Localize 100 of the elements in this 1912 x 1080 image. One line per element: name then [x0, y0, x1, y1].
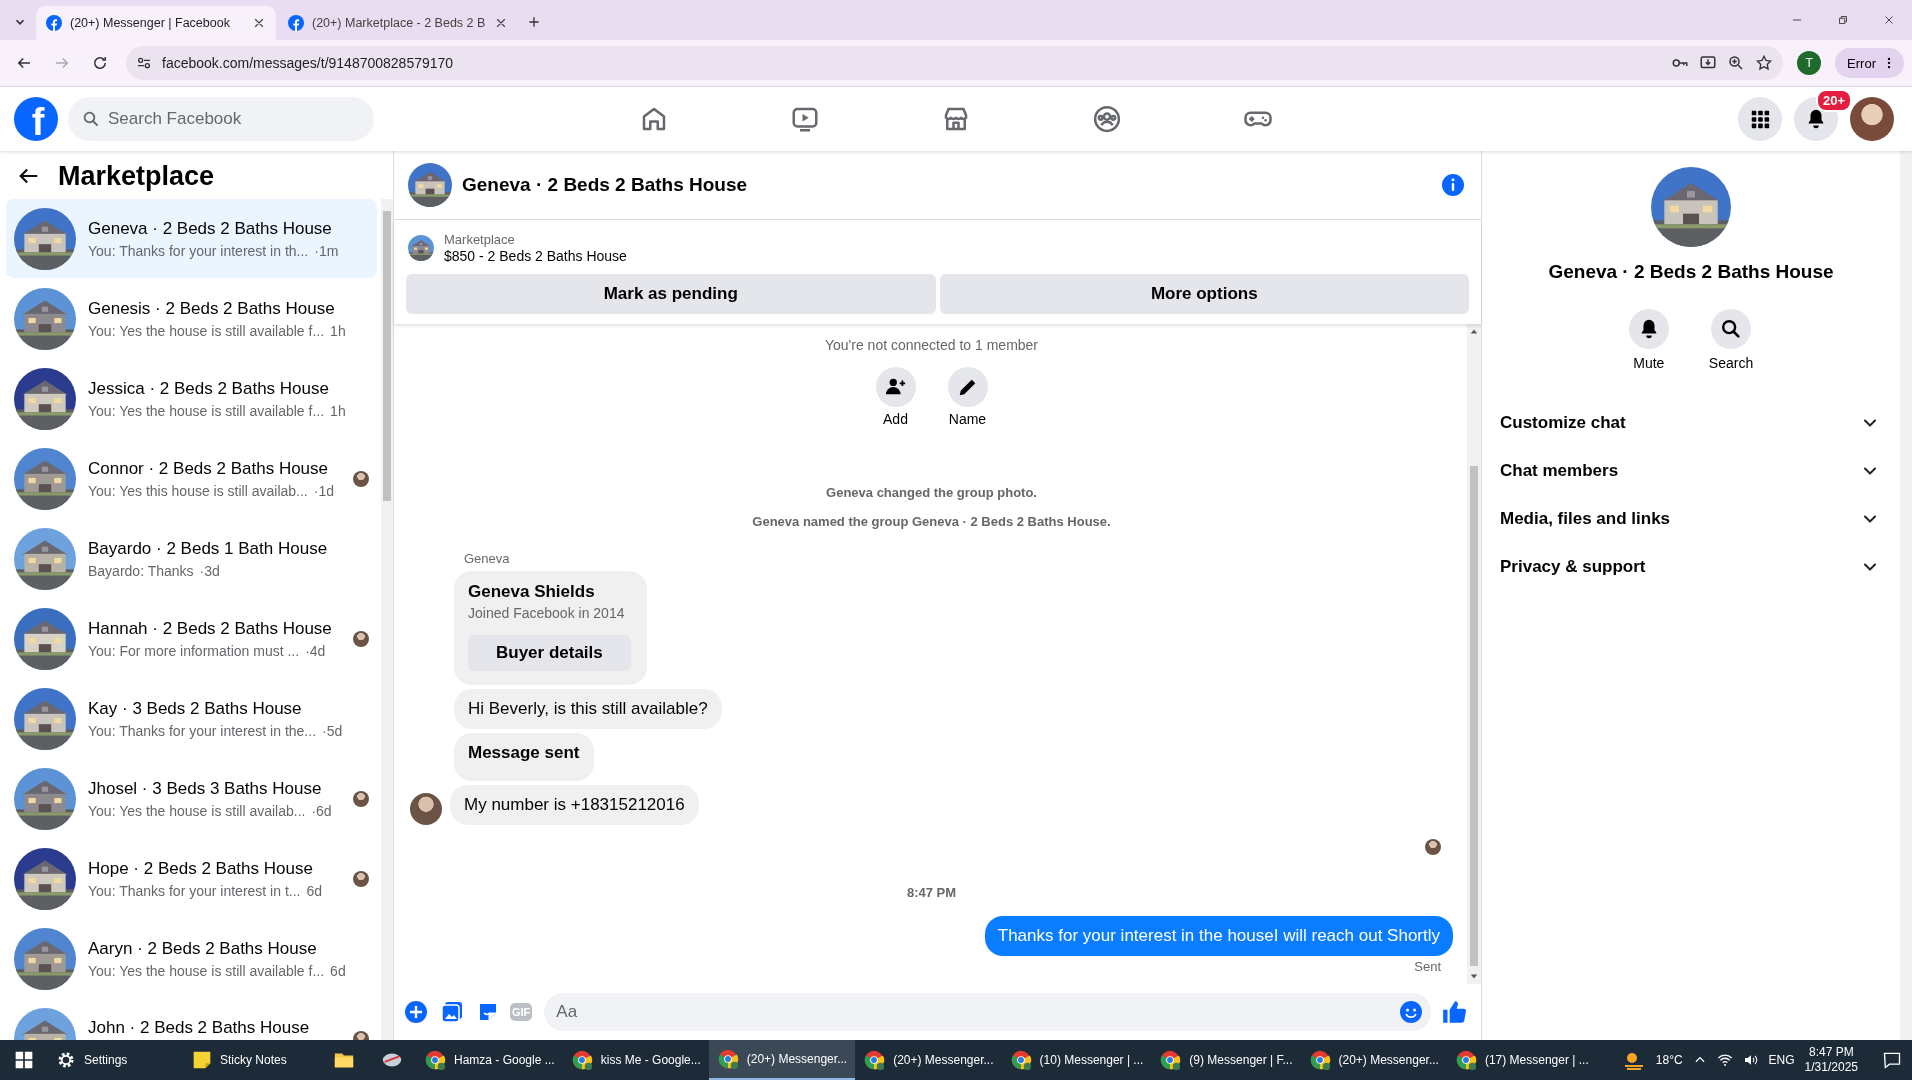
message-time: ·5d	[322, 722, 343, 739]
message-time: ·3d	[199, 562, 220, 579]
restore-icon	[1836, 13, 1850, 27]
address-bar[interactable]: facebook.com/messages/t/9148700828579170	[126, 46, 1784, 80]
profile-avatar[interactable]	[1850, 97, 1894, 141]
menu-button[interactable]	[1738, 97, 1782, 141]
add-button[interactable]	[402, 1000, 430, 1024]
star-icon[interactable]	[1755, 54, 1774, 72]
facebook-icon	[46, 15, 62, 31]
more-options-button[interactable]: More options	[939, 274, 1469, 314]
message-status: Sent	[1414, 959, 1441, 974]
taskbar-app[interactable]: (10) Messenger | ...	[1001, 1040, 1152, 1080]
conversation-item[interactable]: Jessica · 2 Beds 2 Baths House You: Yes the house is still available f... 1h	[6, 359, 377, 438]
conversation-item[interactable]: Aaryn · 2 Beds 2 Baths House You: Yes the house is still available f... 6d	[6, 919, 377, 998]
chrome-icon	[570, 1049, 593, 1071]
sticky-note-icon	[192, 1050, 212, 1070]
message-field[interactable]: Aa	[544, 993, 1431, 1031]
conversation-item[interactable]: Kay · 3 Beds 2 Baths House You: Thanks for your interest in the... ·5d	[6, 679, 377, 758]
browser-tab[interactable]: (20+) Marketplace - 2 Beds 2 B	[278, 6, 518, 40]
system-message: You're not connected to 1 member	[823, 337, 1040, 353]
conversation-item[interactable]: Hope · 2 Beds 2 Baths House You: Thanks for your interest in t... 6d	[6, 839, 377, 918]
taskbar-app[interactable]: Settings	[48, 1040, 184, 1080]
conversation-title: Connor · 2 Beds 2 Baths House	[88, 458, 330, 479]
conversation-title: Geneva · 2 Beds 2 Baths House	[88, 218, 333, 239]
message-time: ·4d	[305, 642, 326, 659]
listing-title: $850 - 2 Beds 2 Baths House	[444, 248, 627, 264]
conversation-title: Genesis · 2 Beds 2 Baths House	[88, 298, 336, 319]
site-settings-icon[interactable]	[136, 55, 152, 71]
taskbar-app[interactable]: Sticky Notes	[184, 1040, 320, 1080]
message-time: 6d	[330, 962, 346, 979]
conversation-item[interactable]: Genesis · 2 Beds 2 Baths House You: Yes the house is still available f... 1h	[6, 279, 377, 358]
browser-tab[interactable]: (20+) Messenger | Facebook	[36, 6, 276, 40]
clock[interactable]: 8:47 PM 1/31/2025	[1804, 1045, 1858, 1075]
avatar	[410, 793, 442, 825]
section-header[interactable]: Media, files and links	[1490, 495, 1890, 543]
taskbar-app[interactable]: (20+) Messenger...	[1300, 1040, 1447, 1080]
taskbar-app[interactable]: (20+) Messenger...	[708, 1040, 856, 1080]
message-bubble: Message sent	[454, 733, 594, 781]
message-time: 1h	[330, 402, 346, 419]
buyer-details-button[interactable]: Buyer details	[468, 635, 631, 671]
language-indicator[interactable]: ENG	[1768, 1053, 1795, 1067]
info-button[interactable]	[1441, 173, 1465, 197]
temperature: 18°C	[1655, 1053, 1683, 1067]
close-icon[interactable]	[494, 16, 508, 30]
scrollbar[interactable]	[1900, 151, 1912, 1040]
facebook-logo[interactable]: f	[14, 97, 58, 141]
taskbar-app[interactable]: Hamza - Google ...	[416, 1040, 563, 1080]
search-icon	[1720, 318, 1742, 340]
notification-icon[interactable]	[1882, 1050, 1902, 1070]
emoji-icon[interactable]	[1399, 1000, 1423, 1024]
joined-date: Joined Facebook in 2014	[468, 605, 626, 621]
profile-button[interactable]: T	[1797, 51, 1822, 75]
plus-icon	[526, 14, 542, 30]
chrome-icon	[1454, 1049, 1477, 1071]
taskbar-app[interactable]: (20+) Messenger...	[855, 1040, 1002, 1080]
message-bubble: Hi Beverly, is this still available?	[454, 689, 722, 729]
search-field[interactable]: Search Facebook	[68, 97, 374, 141]
chrome-icon	[424, 1049, 446, 1071]
message-time: ·6d	[311, 802, 332, 819]
wifi-icon[interactable]	[1716, 1052, 1733, 1068]
mark-pending-button[interactable]: Mark as pending	[406, 274, 936, 314]
gear-icon	[56, 1050, 76, 1070]
conversation-title: Jhosel · 3 Beds 3 Baths House	[88, 778, 323, 799]
windows-icon	[14, 1050, 34, 1070]
message-time: ·1m	[314, 242, 339, 259]
message-preview: You: For more information must ...	[88, 642, 300, 659]
conversation-title: Hannah · 2 Beds 2 Baths House	[88, 618, 333, 639]
conversation-title: Aaryn · 2 Beds 2 Baths House	[88, 938, 318, 959]
conversation-item[interactable]: Bayardo · 2 Beds 1 Bath House Bayardo: Thanks ·3d	[6, 519, 377, 598]
apps-grid-icon	[1749, 108, 1771, 130]
conversation-item[interactable]: Hannah · 2 Beds 2 Baths House You: For more information must ... ·4d	[6, 599, 377, 678]
message-preview: You: Thanks for your interest in the...	[88, 722, 317, 739]
plus-icon	[404, 1000, 428, 1024]
taskbar-app[interactable]: (17) Messenger | ...	[1446, 1040, 1597, 1080]
reload-icon	[91, 54, 109, 72]
scrollbar[interactable]	[381, 199, 393, 1040]
groups-icon	[1092, 104, 1122, 134]
conversation-title: John · 2 Beds 2 Baths House	[88, 1017, 311, 1038]
conversation-name: Geneva · 2 Beds 2 Baths House	[1548, 261, 1834, 283]
message-preview: You: Thanks for your interest in th...	[88, 242, 309, 259]
message-preview: You: Yes the house is still available f...	[88, 402, 325, 419]
scrollbar[interactable]	[1467, 324, 1481, 984]
listing-label: Marketplace	[444, 232, 516, 247]
section-header[interactable]: Chat members	[1490, 447, 1890, 495]
taskbar-app[interactable]: (9) Messenger | F...	[1151, 1040, 1301, 1080]
taskbar-app[interactable]: kiss Me - Google...	[562, 1040, 709, 1080]
sidebar-title: Marketplace	[58, 160, 215, 192]
conversation-item[interactable]: Jhosel · 3 Beds 3 Baths House You: Yes the house is still availab... ·6d	[6, 759, 377, 838]
section-header[interactable]: Customize chat	[1490, 399, 1890, 447]
message-preview: You: Yes the house is still available f...	[88, 322, 325, 339]
close-icon[interactable]	[252, 16, 266, 30]
message-bubble: My number is +18315212016	[450, 785, 699, 825]
scroll-up-icon	[1470, 328, 1478, 336]
section-header[interactable]: Privacy & support	[1490, 543, 1890, 591]
error-button[interactable]: Error	[1835, 48, 1904, 78]
chrome-icon	[1009, 1049, 1032, 1071]
conversation-item[interactable]: Connor · 2 Beds 2 Baths House You: Yes this house is still availab... ·1d	[6, 439, 377, 518]
chrome-icon	[1308, 1049, 1331, 1071]
conversation-item[interactable]: Geneva · 2 Beds 2 Baths House You: Thanks for your interest in th... ·1m	[6, 199, 377, 278]
message-time: 6d	[306, 882, 323, 899]
